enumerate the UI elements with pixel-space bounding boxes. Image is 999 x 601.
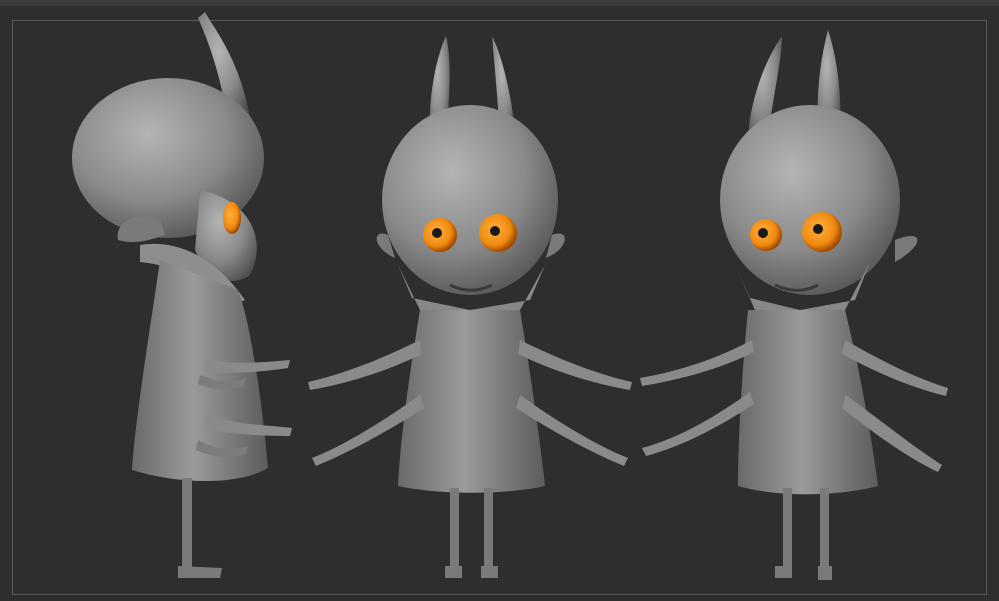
pupil — [758, 228, 768, 238]
eye — [223, 202, 241, 234]
pupil — [432, 228, 442, 238]
arm — [642, 392, 754, 456]
leg — [783, 488, 792, 568]
leg — [484, 488, 493, 568]
leg — [820, 488, 829, 568]
foot — [178, 566, 222, 578]
leg — [182, 478, 192, 568]
ear — [895, 235, 918, 262]
coat — [738, 310, 878, 495]
arm — [518, 340, 632, 390]
three-quarter-view-model — [640, 30, 948, 580]
front-view-model — [308, 36, 632, 578]
foot — [818, 566, 832, 580]
head — [382, 105, 558, 295]
leg — [450, 488, 459, 568]
side-view-model — [72, 12, 292, 578]
foot — [445, 566, 462, 578]
zbrush-viewport[interactable] — [0, 0, 999, 601]
foot — [481, 566, 498, 578]
head — [720, 105, 900, 295]
pupil — [490, 226, 500, 236]
model-canvas[interactable] — [0, 0, 999, 601]
arm — [308, 340, 422, 390]
foot — [775, 566, 792, 578]
arm — [640, 340, 754, 386]
pupil — [813, 224, 823, 234]
